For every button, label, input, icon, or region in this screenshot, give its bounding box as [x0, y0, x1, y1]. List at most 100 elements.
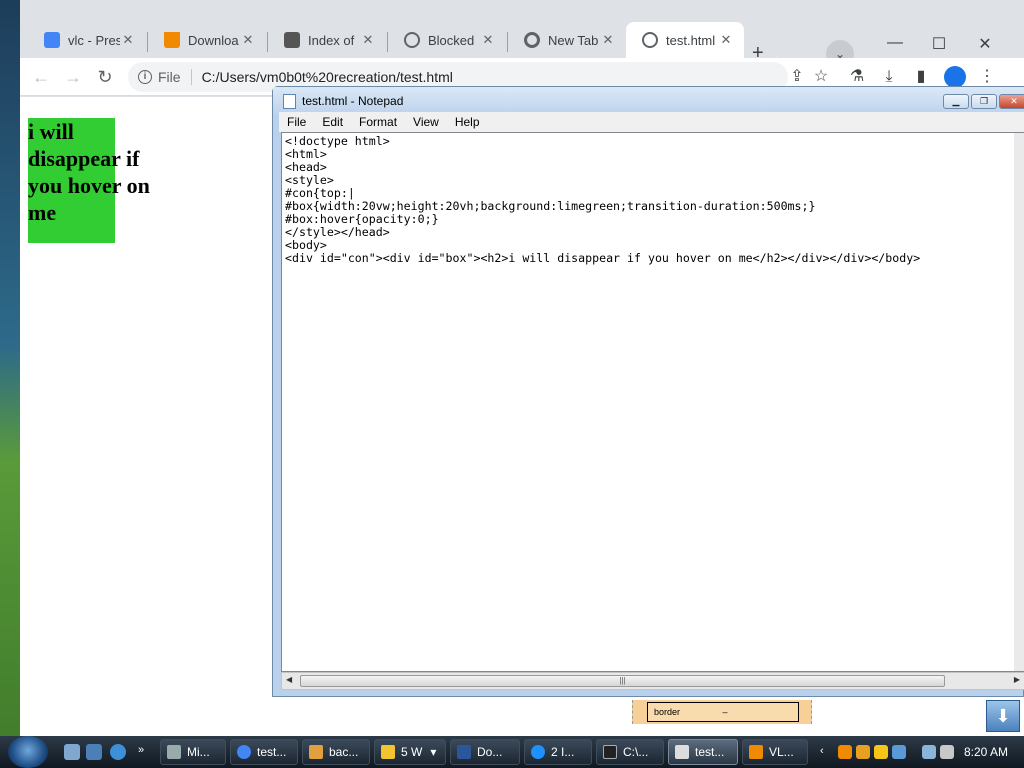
address-url: C:/Users/vm0b0t%20recreation/test.html [201, 69, 453, 85]
side-panel-icon[interactable]: ▮ [910, 66, 932, 88]
maximize-button[interactable]: ☐ [924, 34, 954, 54]
border-value: – [722, 707, 728, 717]
taskbar-item[interactable]: C:\... [596, 739, 664, 765]
ie-icon[interactable] [110, 744, 126, 760]
tab-title: Downloa [188, 32, 239, 48]
border-box: border – [647, 702, 799, 722]
taskbar-item[interactable]: bac... [302, 739, 370, 765]
notepad-content: <!doctype html> <html> <head> <style> #c… [285, 134, 921, 265]
presentation-icon [44, 32, 60, 48]
info-icon[interactable]: i [138, 70, 152, 84]
notepad-window: test.html - Notepad ▁ ❐ ✕ File Edit Form… [272, 86, 1024, 697]
tab-vlc-presentation[interactable]: vlc - Prese ✕ [28, 22, 146, 58]
back-button[interactable]: ← [28, 64, 54, 90]
taskbar-item[interactable]: Mi... [160, 739, 226, 765]
vertical-scrollbar[interactable] [1014, 133, 1024, 671]
network-icon[interactable] [922, 745, 936, 759]
tab-title: Blocked [428, 32, 475, 48]
show-desktop-icon[interactable] [64, 744, 80, 760]
chrome-icon [237, 745, 251, 759]
app-icon [309, 745, 323, 759]
close-icon[interactable]: ✕ [120, 32, 136, 48]
tab-title: New Tab [548, 32, 599, 48]
minimize-button[interactable]: — [880, 34, 910, 52]
vlc-tray-icon[interactable] [838, 745, 852, 759]
vlc-cone-icon [164, 32, 180, 48]
taskbar-item[interactable]: 2 I... [524, 739, 592, 765]
tab-test-html[interactable]: test.html ✕ [626, 22, 744, 58]
notepad-minimize-button[interactable]: ▁ [943, 94, 969, 109]
taskbar-item[interactable]: VL... [742, 739, 808, 765]
ie-icon [531, 745, 545, 759]
labs-flask-icon[interactable]: ⚗ [846, 66, 868, 88]
menu-file[interactable]: File [279, 115, 314, 129]
close-icon[interactable]: ✕ [360, 32, 376, 48]
border-label: border [654, 707, 681, 717]
menu-view[interactable]: View [405, 115, 447, 129]
box-heading: i will disappear if you hover on me [28, 119, 150, 225]
tray-app-icon[interactable] [856, 745, 870, 759]
close-icon[interactable]: ✕ [600, 32, 616, 48]
taskbar-label: C:\... [623, 745, 649, 759]
tab-title: test.html [666, 32, 716, 48]
tab-index-of[interactable]: Index of ✕ [268, 22, 386, 58]
scroll-right-icon[interactable]: ▶ [1014, 675, 1020, 684]
close-icon[interactable]: ✕ [480, 32, 496, 48]
taskbar-label: VL... [769, 745, 794, 759]
menu-help[interactable]: Help [447, 115, 488, 129]
switch-windows-icon[interactable] [86, 744, 102, 760]
green-hover-box[interactable]: i will disappear if you hover on me [28, 118, 150, 243]
taskbar-item[interactable]: Do... [450, 739, 520, 765]
download-arrow-icon[interactable]: ⬇ [986, 700, 1020, 732]
notepad-text-area[interactable]: <!doctype html> <html> <head> <style> #c… [281, 132, 1024, 672]
taskbar-item-active[interactable]: test... [668, 739, 738, 765]
share-icon[interactable]: ⇪ [786, 66, 808, 88]
more-quicklaunch-icon[interactable]: » [138, 744, 154, 760]
taskbar-label: test... [695, 745, 725, 759]
taskbar-label: 2 I... [551, 745, 575, 759]
cmd-icon [603, 745, 617, 759]
close-window-button[interactable]: ✕ [970, 34, 1000, 54]
tab-title: Index of [308, 32, 355, 48]
taskbar-label: Do... [477, 745, 503, 759]
profile-avatar[interactable] [944, 66, 966, 88]
close-icon[interactable]: ✕ [240, 32, 256, 48]
menu-edit[interactable]: Edit [314, 115, 351, 129]
tab-blocked[interactable]: Blocked ✕ [388, 22, 506, 58]
taskbar-label: 5 W [401, 745, 423, 759]
scrollbar-thumb[interactable]: ||| [300, 675, 945, 687]
download-icon[interactable]: ⤓ [878, 66, 900, 88]
volume-icon[interactable] [940, 745, 954, 759]
start-button[interactable] [8, 736, 48, 768]
word-icon [457, 745, 471, 759]
devtools-box-model-fragment: border – [632, 700, 812, 724]
forward-button[interactable]: → [60, 64, 86, 90]
shield-icon[interactable] [874, 745, 888, 759]
app-icon [167, 745, 181, 759]
horizontal-scrollbar[interactable]: ◀ ||| ▶ [281, 672, 1024, 690]
bookmark-star-icon[interactable]: ☆ [810, 66, 832, 88]
bluetooth-icon[interactable] [892, 745, 906, 759]
taskbar-label: Mi... [187, 745, 210, 759]
taskbar-item[interactable]: test... [230, 739, 298, 765]
tab-download[interactable]: Downloa ✕ [148, 22, 266, 58]
scroll-left-icon[interactable]: ◀ [286, 675, 292, 684]
menu-kebab-icon[interactable]: ⋮ [976, 66, 998, 88]
taskbar-item[interactable]: 5 W ▾ [374, 739, 446, 765]
menu-format[interactable]: Format [351, 115, 405, 129]
tab-new-tab[interactable]: New Tab ✕ [508, 22, 626, 58]
tray-expand-icon[interactable]: ‹ [820, 745, 834, 759]
puzzle-icon [284, 32, 300, 48]
close-icon[interactable]: ✕ [718, 32, 734, 48]
chrome-icon [524, 32, 540, 48]
notepad-maximize-button[interactable]: ❐ [971, 94, 997, 109]
reload-button[interactable]: ↻ [92, 64, 118, 90]
notepad-close-button[interactable]: ✕ [999, 94, 1024, 109]
clock[interactable]: 8:20 AM [964, 745, 1008, 759]
notepad-titlebar[interactable]: test.html - Notepad [273, 87, 1024, 115]
tab-title: vlc - Prese [68, 32, 120, 48]
globe-icon [404, 32, 420, 48]
dropdown-arrow-icon: ▾ [430, 745, 437, 759]
tab-strip: vlc - Prese ✕ Downloa ✕ Index of ✕ Block… [20, 18, 1024, 68]
folder-icon [381, 745, 395, 759]
